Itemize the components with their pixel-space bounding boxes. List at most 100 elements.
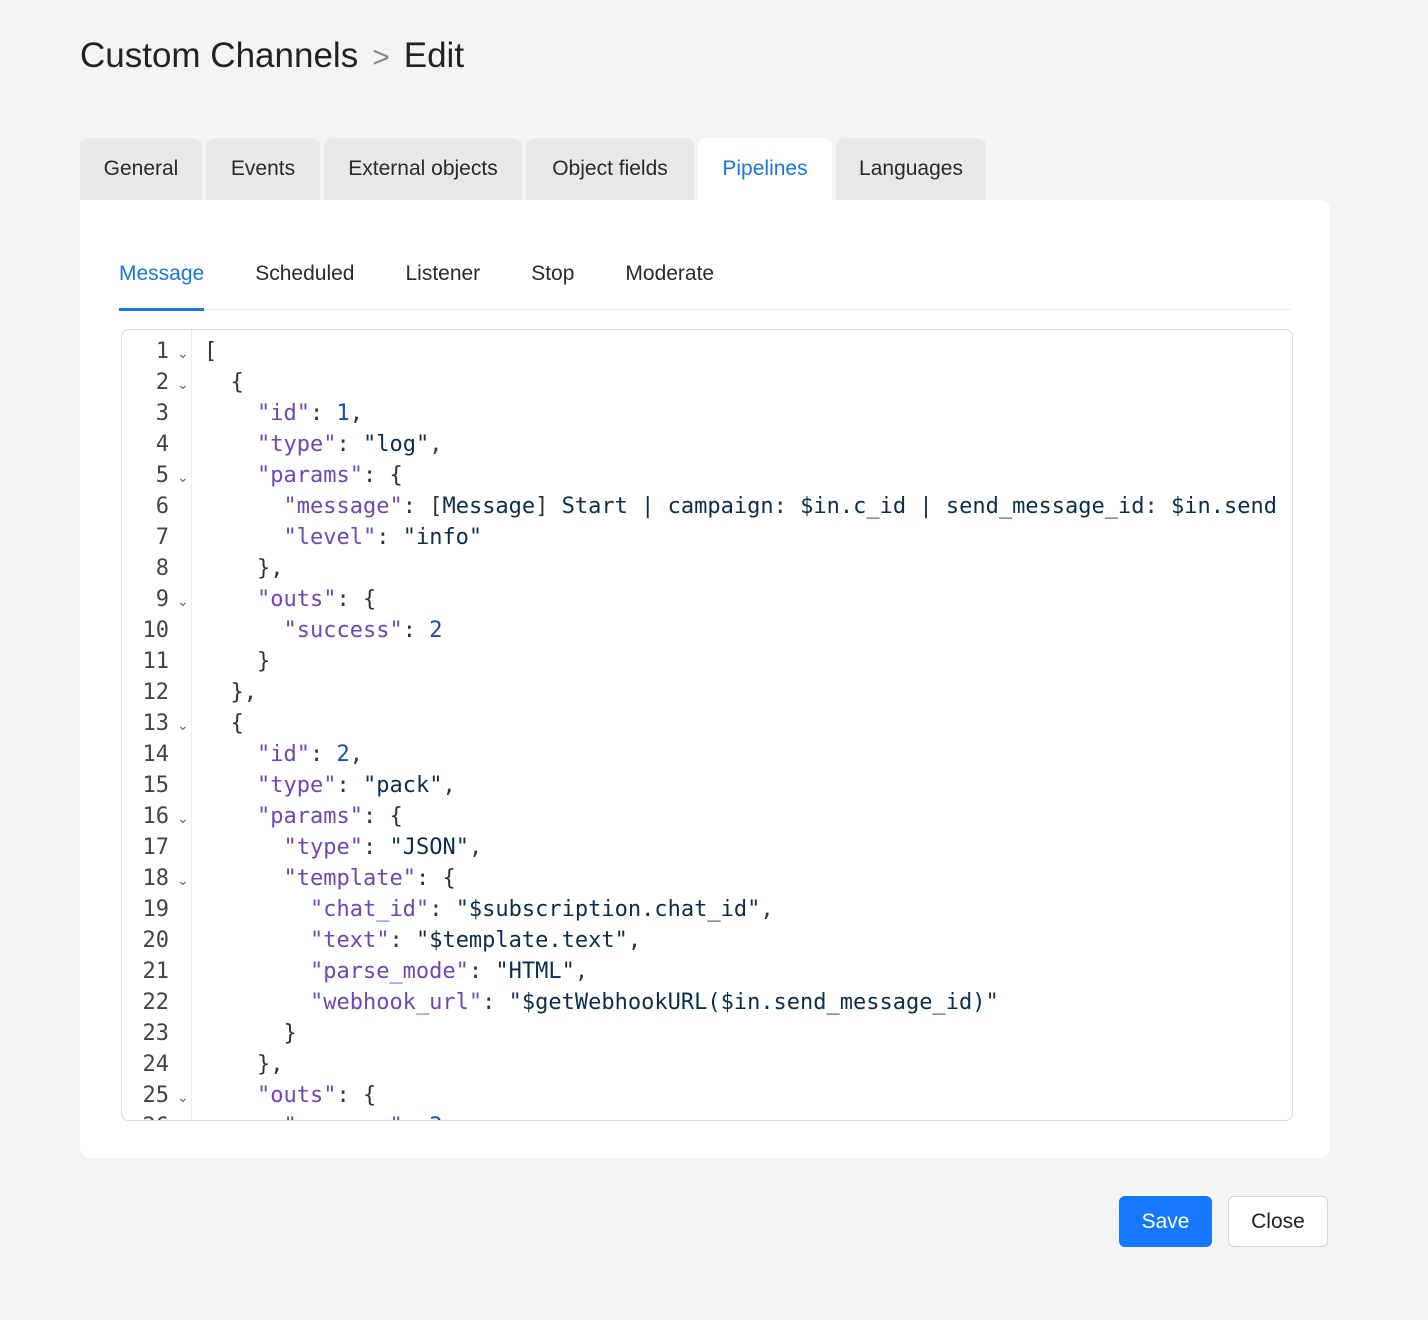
line-number-row: 4 (122, 429, 191, 460)
line-number: 6 (155, 494, 169, 519)
code-line: } (283, 1021, 297, 1046)
code-line: "webhook_url": "$getWebhookURL($in.send_… (309, 990, 999, 1015)
line-number-row: 2 ⌄ (122, 367, 191, 398)
line-number-row: 19 (122, 894, 191, 925)
line-number: 14 (142, 742, 170, 767)
line-number: 11 (142, 649, 170, 674)
line-number-row: 25 ⌄ (122, 1080, 191, 1111)
tab-object-fields[interactable]: Object fields (526, 138, 694, 200)
code-line: "type": "JSON", (283, 835, 483, 860)
chevron-down-icon[interactable]: ⌄ (177, 370, 189, 401)
code-line: "id": 2, (256, 742, 363, 767)
line-number: 17 (142, 835, 170, 860)
breadcrumb-separator: > (372, 41, 390, 74)
main-tabs: General Events External objects Object f… (80, 138, 990, 200)
line-number: 20 (142, 928, 170, 953)
line-number: 26 (143, 1111, 170, 1120)
line-number-row: 20 (122, 925, 191, 956)
code-line: "chat_id": "$subscription.chat_id", (309, 897, 774, 922)
tab-external-objects[interactable]: External objects (324, 138, 522, 200)
line-number-row: 9 ⌄ (122, 584, 191, 615)
line-number: 9 (155, 587, 169, 612)
subtab-scheduled[interactable]: Scheduled (255, 252, 354, 310)
subtab-listener[interactable]: Listener (405, 252, 480, 310)
breadcrumb-parent[interactable]: Custom Channels (80, 36, 358, 76)
line-number: 19 (142, 897, 170, 922)
chevron-down-icon[interactable]: ⌄ (177, 587, 189, 618)
line-number: 15 (142, 773, 170, 798)
line-number-row: 11 (122, 646, 191, 677)
code-line: }, (256, 556, 284, 581)
code-line: }, (256, 1052, 284, 1077)
line-number: 3 (155, 401, 169, 426)
code-line: "success": 3 (192, 1111, 1292, 1120)
line-number-row: 15 (122, 770, 191, 801)
line-number: 5 (155, 463, 169, 488)
code-line: "success": 2 (283, 618, 443, 643)
line-number-row: 22 (122, 987, 191, 1018)
code-line: [ (204, 339, 218, 364)
subtab-stop[interactable]: Stop (531, 252, 574, 310)
line-number: 7 (155, 525, 169, 550)
code-line: "parse_mode": "HTML", (309, 959, 589, 984)
line-number: 12 (142, 680, 170, 705)
line-number: 16 (142, 804, 170, 829)
code-content[interactable]: [ { "id": 1, "type": "log", "params": { … (192, 330, 1292, 1120)
chevron-down-icon[interactable]: ⌄ (177, 1083, 189, 1114)
line-number: 4 (155, 432, 169, 457)
line-number-row: 14 (122, 739, 191, 770)
line-number-row: 17 (122, 832, 191, 863)
chevron-down-icon[interactable]: ⌄ (177, 866, 189, 897)
chevron-down-icon[interactable]: ⌄ (177, 804, 189, 835)
code-line: "params": { (256, 463, 403, 488)
pipeline-subtabs: Message Scheduled Listener Stop Moderate (119, 252, 1291, 311)
pipelines-panel: Message Scheduled Listener Stop Moderate… (80, 200, 1330, 1158)
save-button[interactable]: Save (1119, 1196, 1212, 1247)
code-line: "template": { (283, 866, 456, 891)
line-number: 13 (142, 711, 170, 736)
chevron-down-icon[interactable]: ⌄ (177, 339, 189, 370)
close-button[interactable]: Close (1228, 1196, 1328, 1247)
chevron-down-icon[interactable]: ⌄ (177, 463, 189, 494)
tab-general[interactable]: General (80, 138, 202, 200)
line-number-row: 6 (122, 491, 191, 522)
line-number: 1 (155, 339, 169, 364)
chevron-down-icon[interactable]: ⌄ (177, 711, 189, 742)
line-number-row: 24 (122, 1049, 191, 1080)
tab-pipelines[interactable]: Pipelines (698, 138, 832, 200)
code-line: "type": "log", (256, 432, 443, 457)
code-line: "text": "$template.text", (309, 928, 642, 953)
line-number: 22 (142, 990, 170, 1015)
line-number-row: 5 ⌄ (122, 460, 191, 491)
code-line: { (230, 711, 244, 736)
line-number-row: 26 (122, 1111, 191, 1120)
page-title: Edit (403, 36, 465, 75)
tab-events[interactable]: Events (206, 138, 320, 200)
code-line: { (230, 370, 244, 395)
line-number-row: 18 ⌄ (122, 863, 191, 894)
code-line: } (256, 649, 271, 674)
line-number: 21 (142, 959, 170, 984)
line-number: 8 (155, 556, 169, 581)
code-editor[interactable]: 1 ⌄ 2 ⌄ 3 4 5 ⌄ 6 7 8 9 ⌄ 10 11 12 13 ⌄ 14 15 16 ⌄ 17 18 ⌄ 19 20 21… (121, 329, 1293, 1121)
line-number-row: 16 ⌄ (122, 801, 191, 832)
line-number: 2 (155, 370, 169, 395)
line-number-row: 21 (122, 956, 191, 987)
line-number-row: 23 (122, 1018, 191, 1049)
line-number-row: 8 (122, 553, 191, 584)
line-number-row: 12 (122, 677, 191, 708)
line-number-row: 10 (122, 615, 191, 646)
line-number-row: 13 ⌄ (122, 708, 191, 739)
line-number: 10 (142, 618, 170, 643)
line-number-gutter: 1 ⌄ 2 ⌄ 3 4 5 ⌄ 6 7 8 9 ⌄ 10 11 12 13 ⌄ 14 15 16 ⌄ 17 18 ⌄ 19 20 21… (122, 330, 192, 1120)
line-number-row: 3 (122, 398, 191, 429)
code-line: }, (230, 680, 258, 705)
code-line: "message": [Message] Start | campaign: $… (283, 494, 1277, 519)
code-line: "outs": { (256, 1083, 377, 1108)
subtab-message[interactable]: Message (119, 252, 205, 311)
subtab-moderate[interactable]: Moderate (625, 252, 714, 310)
tab-languages[interactable]: Languages (836, 138, 986, 200)
line-number-row: 1 ⌄ (122, 336, 191, 367)
line-number: 23 (142, 1021, 170, 1046)
code-line: "id": 1, (256, 401, 363, 426)
